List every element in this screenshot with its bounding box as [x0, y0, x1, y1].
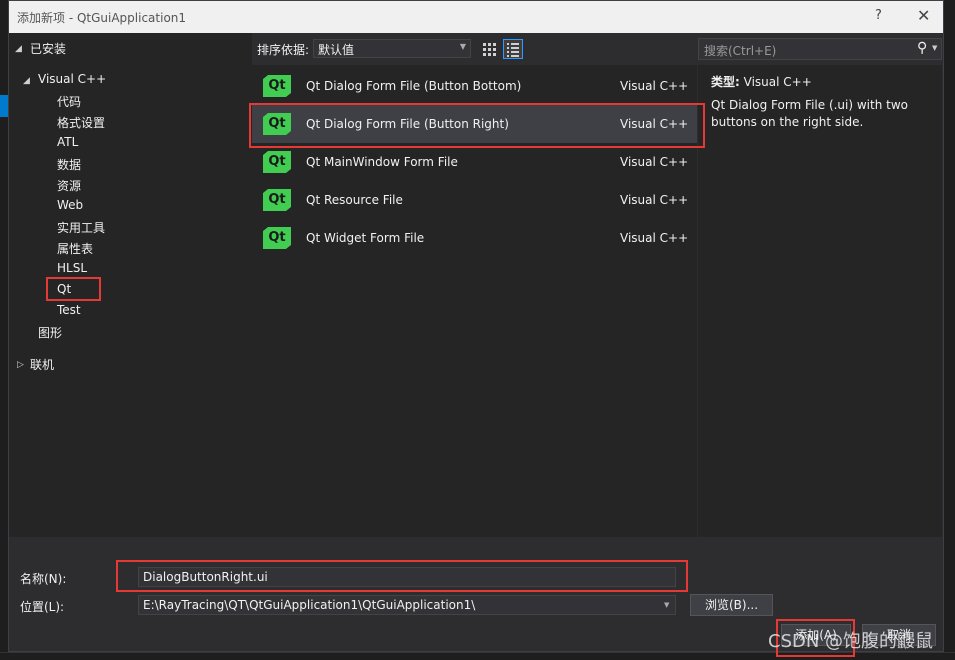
location-label: 位置(L):	[20, 600, 65, 614]
template-language: Visual C++	[620, 155, 689, 169]
chevron-down-icon: ▼	[459, 42, 466, 51]
dialog-title: 添加新项 - QtGuiApplication1	[17, 11, 187, 25]
tree-item-utility[interactable]: 实用工具	[57, 219, 105, 236]
title-bar: 添加新项 - QtGuiApplication1 ? ✕	[9, 1, 943, 33]
sort-by-value: 默认值	[318, 43, 355, 57]
details-type-label: 类型:	[711, 75, 740, 89]
browse-button[interactable]: 浏览(B)...	[690, 594, 773, 616]
qt-logo-icon: Qt	[263, 151, 291, 173]
template-name: Qt Widget Form File	[306, 231, 425, 245]
template-list: Qt Qt Dialog Form File (Button Bottom) V…	[252, 65, 697, 537]
location-value: E:\RayTracing\QT\QtGuiApplication1\QtGui…	[143, 598, 476, 612]
qt-logo-icon: Qt	[263, 75, 291, 97]
grid-view-icon	[483, 43, 496, 56]
caret-right-icon[interactable]: ▷	[17, 360, 24, 370]
tree-item-formatting[interactable]: 格式设置	[57, 114, 105, 131]
chevron-down-icon[interactable]: ▼	[932, 44, 937, 52]
background-accent-bar	[0, 95, 8, 117]
details-description: Qt Dialog Form File (.ui) with two butto…	[711, 98, 909, 129]
tree-item-hlsl[interactable]: HLSL	[57, 261, 87, 275]
close-button[interactable]: ✕	[917, 6, 930, 25]
sort-by-dropdown[interactable]: 默认值 ▼	[313, 39, 471, 58]
template-language: Visual C++	[620, 117, 689, 131]
tree-item-test[interactable]: Test	[57, 303, 81, 317]
search-icon[interactable]: ⚲	[917, 40, 927, 56]
search-placeholder: 搜索(Ctrl+E)	[704, 44, 777, 58]
template-row[interactable]: Qt Qt Resource File Visual C++	[252, 181, 697, 219]
tree-item-qt[interactable]: Qt	[57, 282, 71, 296]
add-new-item-dialog: 添加新项 - QtGuiApplication1 ? ✕ ◢ 已安装 ◢ Vis…	[8, 0, 944, 652]
tree-item-code[interactable]: 代码	[57, 93, 81, 110]
template-row[interactable]: Qt Qt MainWindow Form File Visual C++	[252, 143, 697, 181]
background-editor-bottom	[0, 652, 955, 660]
name-label: 名称(N):	[20, 572, 67, 586]
template-language: Visual C++	[620, 193, 689, 207]
template-language: Visual C++	[620, 79, 689, 93]
list-view-icon	[507, 43, 519, 57]
details-type-value: Visual C++	[743, 75, 812, 89]
qt-logo-icon: Qt	[263, 113, 291, 135]
template-row[interactable]: Qt Qt Dialog Form File (Button Bottom) V…	[252, 67, 697, 105]
caret-down-icon[interactable]: ◢	[15, 44, 22, 54]
location-combo[interactable]: E:\RayTracing\QT\QtGuiApplication1\QtGui…	[138, 595, 676, 615]
sort-by-label: 排序依据:	[257, 43, 310, 57]
tree-item-online[interactable]: 联机	[30, 356, 54, 373]
tree-item-installed[interactable]: 已安装	[30, 40, 66, 57]
template-name: Qt MainWindow Form File	[306, 155, 458, 169]
search-input[interactable]: 搜索(Ctrl+E) ⚲ ▼	[698, 38, 942, 60]
watermark-text: CSDN @饱腹的鼹鼠	[768, 631, 934, 652]
category-tree: ◢ 已安装 ◢ Visual C++ 代码 格式设置 ATL 数据 资源 Web…	[9, 33, 252, 537]
template-name: Qt Dialog Form File (Button Bottom)	[306, 79, 522, 93]
tree-item-data[interactable]: 数据	[57, 156, 81, 173]
template-row[interactable]: Qt Qt Widget Form File Visual C++	[252, 219, 697, 257]
tree-item-web[interactable]: Web	[57, 198, 83, 212]
template-row-selected[interactable]: Qt Qt Dialog Form File (Button Right) Vi…	[252, 105, 697, 143]
chevron-down-icon[interactable]: ▼	[664, 601, 669, 609]
details-panel: 类型: Visual C++ Qt Dialog Form File (.ui)…	[698, 65, 942, 537]
tree-item-graphics[interactable]: 图形	[38, 324, 62, 341]
tree-item-property-sheets[interactable]: 属性表	[57, 240, 93, 257]
qt-logo-icon: Qt	[263, 189, 291, 211]
tree-item-resource[interactable]: 资源	[57, 177, 81, 194]
template-name: Qt Resource File	[306, 193, 403, 207]
qt-logo-icon: Qt	[263, 227, 291, 249]
caret-down-icon[interactable]: ◢	[23, 76, 30, 86]
tree-item-atl[interactable]: ATL	[57, 135, 78, 149]
help-button[interactable]: ?	[875, 8, 882, 23]
template-name: Qt Dialog Form File (Button Right)	[306, 117, 509, 131]
tree-item-visual-cpp[interactable]: Visual C++	[38, 72, 106, 86]
details-type: 类型: Visual C++	[711, 73, 812, 90]
grid-view-button[interactable]	[479, 39, 499, 59]
name-field[interactable]: DialogButtonRight.ui	[138, 567, 676, 587]
template-language: Visual C++	[620, 231, 689, 245]
list-view-button[interactable]	[503, 39, 523, 59]
background-editor	[944, 0, 955, 660]
